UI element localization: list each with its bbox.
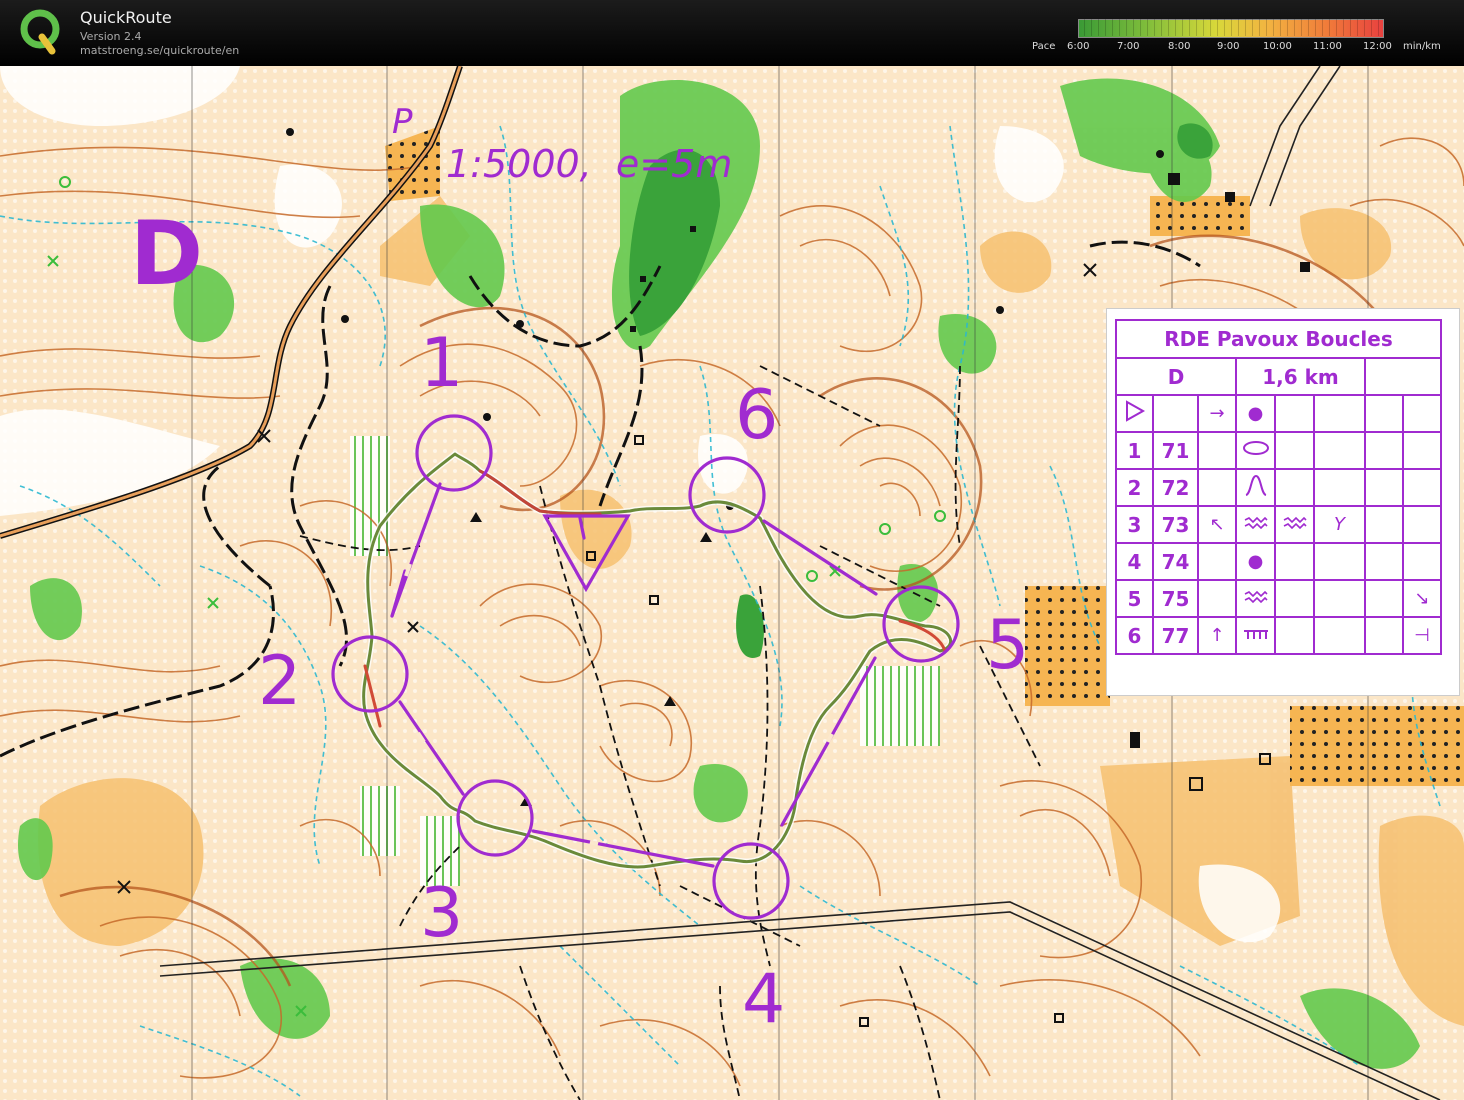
control-code: 72 [1152, 468, 1199, 507]
direction-cell [1197, 431, 1237, 470]
control-number-3: 3 [420, 874, 464, 953]
cell [1313, 616, 1366, 655]
rocky-ground-icon [1274, 505, 1315, 544]
cell [1274, 616, 1315, 655]
direction-cell [1197, 468, 1237, 507]
cell [1313, 579, 1366, 618]
control-code: 73 [1152, 505, 1199, 544]
cell [1274, 542, 1315, 581]
dot-icon: ● [1235, 394, 1276, 433]
control-code: 77 [1152, 616, 1199, 655]
pace-tick: 12:00 [1363, 41, 1392, 52]
pace-tick: 9:00 [1217, 41, 1240, 52]
parking-label: P [392, 102, 413, 142]
pace-label: Pace [1032, 41, 1056, 52]
cell [1402, 468, 1442, 507]
cell [1313, 394, 1366, 433]
control-num: 4 [1115, 542, 1154, 581]
control-num: 3 [1115, 505, 1154, 544]
cell [1364, 579, 1404, 618]
cell [1402, 542, 1442, 581]
cell [1313, 542, 1366, 581]
rocky-ground-icon [1235, 579, 1276, 618]
app-title: QuickRoute [80, 8, 172, 27]
cell [1152, 394, 1199, 433]
cell [1274, 468, 1315, 507]
control-number-5: 5 [986, 606, 1030, 685]
start-triangle-icon [1115, 394, 1154, 433]
control-num: 6 [1115, 616, 1154, 655]
cell [1274, 394, 1315, 433]
control-num: 5 [1115, 579, 1154, 618]
course-letter: D [130, 202, 204, 305]
control-row-3: 3 73 ↖ Y [1115, 505, 1442, 544]
app-header: QuickRoute Version 2.4 matstroeng.se/qui… [0, 0, 1464, 66]
direction-cell [1197, 542, 1237, 581]
cell [1364, 431, 1404, 470]
control-code: 71 [1152, 431, 1199, 470]
arrow-up-icon: ↑ [1197, 616, 1237, 655]
arrow-down-right-icon: ↘ [1402, 579, 1442, 618]
cell [1364, 505, 1404, 544]
cell [1364, 468, 1404, 507]
control-row-2: 2 72 [1115, 468, 1442, 507]
pace-tick: 8:00 [1168, 41, 1191, 52]
control-num: 1 [1115, 431, 1154, 470]
pace-tick: 7:00 [1117, 41, 1140, 52]
course-name: D [1115, 357, 1237, 396]
control-row-1: 1 71 [1115, 431, 1442, 470]
app-version: Version 2.4 [80, 30, 142, 43]
control-number-6: 6 [735, 376, 779, 455]
y-junction-cell: Y [1313, 505, 1366, 544]
pace-tick: 6:00 [1067, 41, 1090, 52]
control-code: 75 [1152, 579, 1199, 618]
control-description-table: RDE Pavoux Boucles D 1,6 km → ● 1 71 2 7… [1115, 319, 1442, 655]
cell [1402, 394, 1442, 433]
control-description-card: RDE Pavoux Boucles D 1,6 km → ● 1 71 2 7… [1106, 308, 1460, 696]
cell [1364, 616, 1404, 655]
cell [1313, 468, 1366, 507]
pace-unit: min/km [1403, 41, 1441, 52]
knoll-icon [1235, 468, 1276, 507]
app-url[interactable]: matstroeng.se/quickroute/en [80, 44, 239, 57]
direction-cell [1197, 579, 1237, 618]
empty-cell [1364, 357, 1442, 396]
course-length: 1,6 km [1235, 357, 1366, 396]
control-row-5: 5 75 ↘ [1115, 579, 1442, 618]
cell [1274, 431, 1315, 470]
control-num: 2 [1115, 468, 1154, 507]
arrow-right-icon: → [1197, 394, 1237, 433]
cell [1313, 431, 1366, 470]
control-row-6: 6 77 ↑ ⊣ [1115, 616, 1442, 655]
control-number-2: 2 [258, 642, 302, 721]
cell [1402, 431, 1442, 470]
wall-icon [1235, 616, 1276, 655]
cell [1364, 542, 1404, 581]
control-row-4: 4 74 ● [1115, 542, 1442, 581]
arrow-up-left-icon: ↖ [1197, 505, 1237, 544]
cell [1274, 579, 1315, 618]
ellipse-pit-icon [1235, 431, 1276, 470]
pace-scale-grid [1078, 19, 1382, 36]
rocky-ground-icon [1235, 505, 1276, 544]
pace-tick: 10:00 [1263, 41, 1292, 52]
control-number-1: 1 [420, 324, 464, 403]
control-code: 74 [1152, 542, 1199, 581]
dot-icon: ● [1235, 542, 1276, 581]
scale-text: 1:5000, e=5m [446, 142, 733, 186]
control-number-4: 4 [742, 960, 786, 1039]
cell [1364, 394, 1404, 433]
event-title: RDE Pavoux Boucles [1115, 319, 1442, 359]
quickroute-q-logo-icon [20, 9, 60, 55]
end-of-feature-icon: ⊣ [1402, 616, 1442, 655]
pace-tick: 11:00 [1313, 41, 1342, 52]
start-row: → ● [1115, 394, 1442, 433]
cell [1402, 505, 1442, 544]
